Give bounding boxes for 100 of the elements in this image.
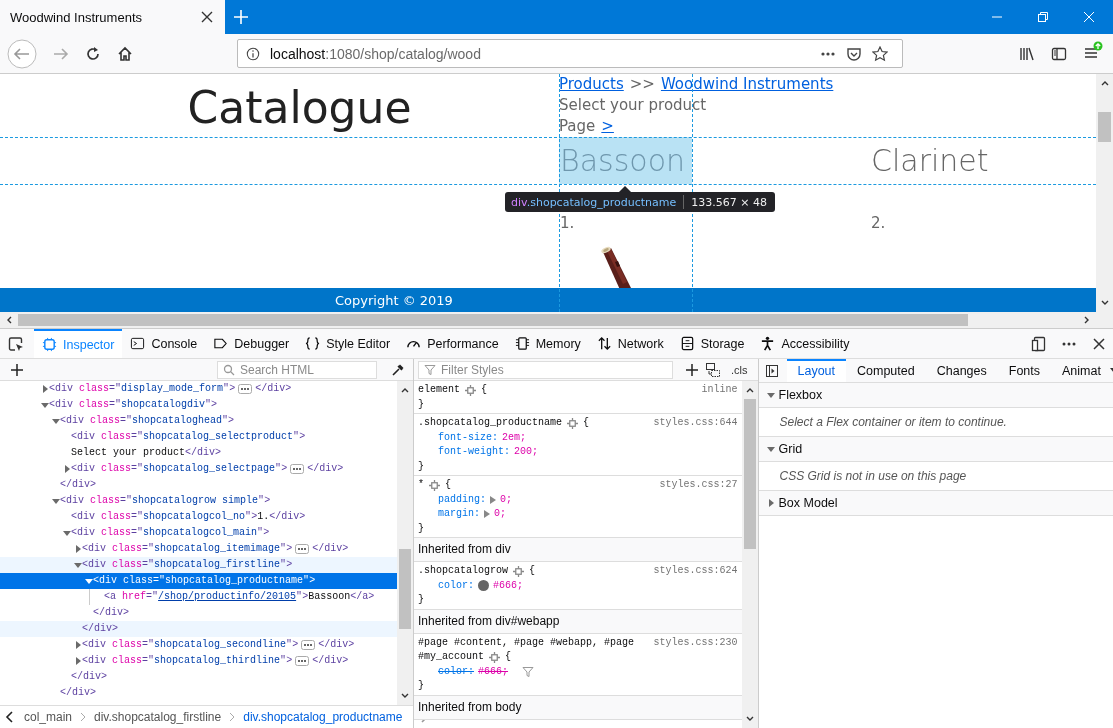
devtools-tab[interactable]: Memory	[506, 329, 589, 358]
css-property[interactable]: padding:	[438, 492, 486, 507]
product-name[interactable]: Clarinet	[870, 137, 989, 184]
menu-icon[interactable]	[1083, 40, 1103, 61]
pick-element-icon[interactable]	[8, 335, 24, 352]
target-icon[interactable]	[513, 565, 524, 577]
ellipsis-icon[interactable]	[295, 544, 310, 554]
css-property[interactable]: font-size:	[438, 430, 498, 445]
scroll-thumb[interactable]	[743, 399, 756, 549]
html-node-row[interactable]: <a href="/shop/productinfo/20105">Bassoon</a>	[0, 589, 397, 605]
devtools-tab[interactable]: Network	[588, 329, 672, 358]
color-swatch[interactable]	[478, 580, 489, 592]
css-property[interactable]: margin:	[438, 507, 480, 522]
pocket-icon[interactable]	[846, 45, 862, 62]
sidebar-tab[interactable]: Fonts	[997, 359, 1052, 382]
collapse-arrow-icon[interactable]	[41, 401, 49, 409]
restore-icon[interactable]	[1037, 11, 1049, 23]
html-node-row[interactable]: <div class="shopcatalog_secondline"> </div>	[0, 637, 397, 653]
sidebar-tab[interactable]: Layout	[786, 359, 847, 382]
sidebar-tab[interactable]: Computed	[846, 359, 926, 382]
filter-icon[interactable]	[522, 665, 535, 678]
add-icon[interactable]	[685, 362, 699, 377]
html-node-row[interactable]: <div class="shopcataloghead">	[0, 413, 397, 429]
address-bar[interactable]: localhost:1080/shop/catalog/wood	[237, 39, 903, 68]
html-node-row[interactable]: <div class="shopcatalog_firstline">	[0, 557, 397, 573]
expand-arrow-icon[interactable]	[63, 465, 71, 473]
html-node-row[interactable]: </div>	[0, 605, 397, 621]
css-value[interactable]: 200;	[514, 445, 539, 460]
target-icon[interactable]	[429, 479, 440, 491]
html-node-row[interactable]: <div class="shopcatalogdiv">	[0, 397, 397, 413]
devtools-tab[interactable]: Debugger	[205, 329, 298, 358]
devtools-tab[interactable]: Inspector	[34, 329, 123, 358]
target-icon[interactable]	[465, 384, 476, 396]
css-property[interactable]: color:	[438, 578, 474, 593]
html-node-row[interactable]: </div>	[0, 669, 397, 685]
collapse-arrow-icon[interactable]	[766, 445, 775, 453]
sidebar-icon[interactable]	[1051, 45, 1067, 62]
breadcrumb-link[interactable]: Woodwind Instruments	[660, 74, 834, 95]
html-node-row[interactable]: <div class="shopcatalogrow simple">	[0, 493, 397, 509]
sidebar-tab[interactable]: Changes	[925, 359, 998, 382]
next-page-link[interactable]: >	[601, 116, 614, 137]
html-node-row[interactable]: <div class="shopcatalogcol_main">	[0, 525, 397, 541]
collapse-arrow-icon[interactable]	[63, 529, 71, 537]
print-simulation-icon[interactable]	[705, 361, 721, 378]
collapse-arrow-icon[interactable]	[74, 561, 82, 569]
css-value[interactable]: 0;	[494, 507, 507, 522]
cls-toggle[interactable]: .cls	[731, 363, 748, 376]
css-value[interactable]: 2em;	[502, 430, 527, 445]
section-header[interactable]: Grid	[758, 437, 1113, 462]
vertical-scrollbar[interactable]	[741, 381, 758, 728]
expand-arrow-icon[interactable]	[74, 657, 82, 665]
expand-arrow-icon[interactable]	[766, 499, 775, 507]
ellipsis-icon[interactable]	[290, 464, 305, 474]
devtools-tab[interactable]: Accessibility	[752, 329, 858, 358]
collapse-arrow-icon[interactable]	[85, 577, 93, 585]
html-node-row[interactable]: <div class="shopcatalog_thirdline"> </div>	[0, 653, 397, 669]
close-icon[interactable]	[1091, 335, 1107, 352]
reload-icon[interactable]	[85, 45, 101, 62]
devtools-tab[interactable]: Style Editor	[297, 329, 399, 358]
source-link[interactable]: styles.css:230	[653, 635, 738, 665]
html-node-row[interactable]: <div class="shopcatalog_selectpage"> </div>	[0, 461, 397, 477]
collapse-arrow-icon[interactable]	[52, 497, 60, 505]
source-link[interactable]: inline	[701, 383, 738, 398]
html-node-row[interactable]: <div class="display_mode_form"> </div>	[0, 381, 397, 397]
target-icon[interactable]	[489, 651, 500, 663]
close-icon[interactable]	[201, 11, 213, 23]
scroll-thumb[interactable]	[1098, 112, 1111, 142]
target-icon[interactable]	[567, 417, 579, 429]
devtools-tab[interactable]: Performance	[398, 329, 507, 358]
scroll-thumb[interactable]	[399, 549, 411, 629]
css-value[interactable]: 0;	[500, 492, 513, 507]
css-value[interactable]: #666;	[478, 664, 509, 679]
breadcrumb-item[interactable]: div.shopcatalog_productname	[243, 710, 403, 724]
css-property[interactable]: color:	[438, 664, 474, 679]
source-link[interactable]: styles.css:27	[659, 478, 738, 493]
dock-icon[interactable]	[1031, 335, 1047, 352]
star-icon[interactable]	[872, 45, 888, 62]
source-link[interactable]: styles.css:644	[653, 416, 738, 431]
ellipsis-icon[interactable]	[238, 384, 253, 394]
section-header[interactable]: Flexbox	[758, 383, 1113, 408]
devtools-tab[interactable]: Storage	[671, 329, 753, 358]
browser-tab[interactable]: Woodwind Instruments	[0, 0, 225, 34]
devtools-tab[interactable]: Console	[122, 329, 206, 358]
breadcrumb-item[interactable]: col_main	[24, 710, 73, 724]
expand-arrow-icon[interactable]	[74, 641, 82, 649]
breadcrumb-item[interactable]: div.shopcatalog_firstline	[94, 710, 222, 724]
add-icon[interactable]	[10, 362, 24, 377]
horizontal-scrollbar[interactable]	[0, 312, 1113, 328]
filter-field[interactable]: Filter Styles	[418, 360, 673, 379]
html-node-row[interactable]: <div class="shopcatalog_productname">	[0, 573, 397, 589]
html-node-row[interactable]: </div>	[0, 477, 397, 493]
section-header[interactable]: Box Model	[758, 491, 1113, 516]
ellipsis-icon[interactable]	[301, 640, 316, 650]
ellipsis-icon[interactable]	[295, 656, 310, 666]
info-icon[interactable]	[246, 46, 260, 61]
vertical-scrollbar[interactable]	[1096, 74, 1113, 312]
search-field[interactable]: Search HTML	[217, 360, 377, 379]
collapse-arrow-icon[interactable]	[52, 417, 60, 425]
source-link[interactable]: styles.css:624	[653, 564, 738, 579]
new-tab-icon[interactable]	[234, 10, 248, 24]
